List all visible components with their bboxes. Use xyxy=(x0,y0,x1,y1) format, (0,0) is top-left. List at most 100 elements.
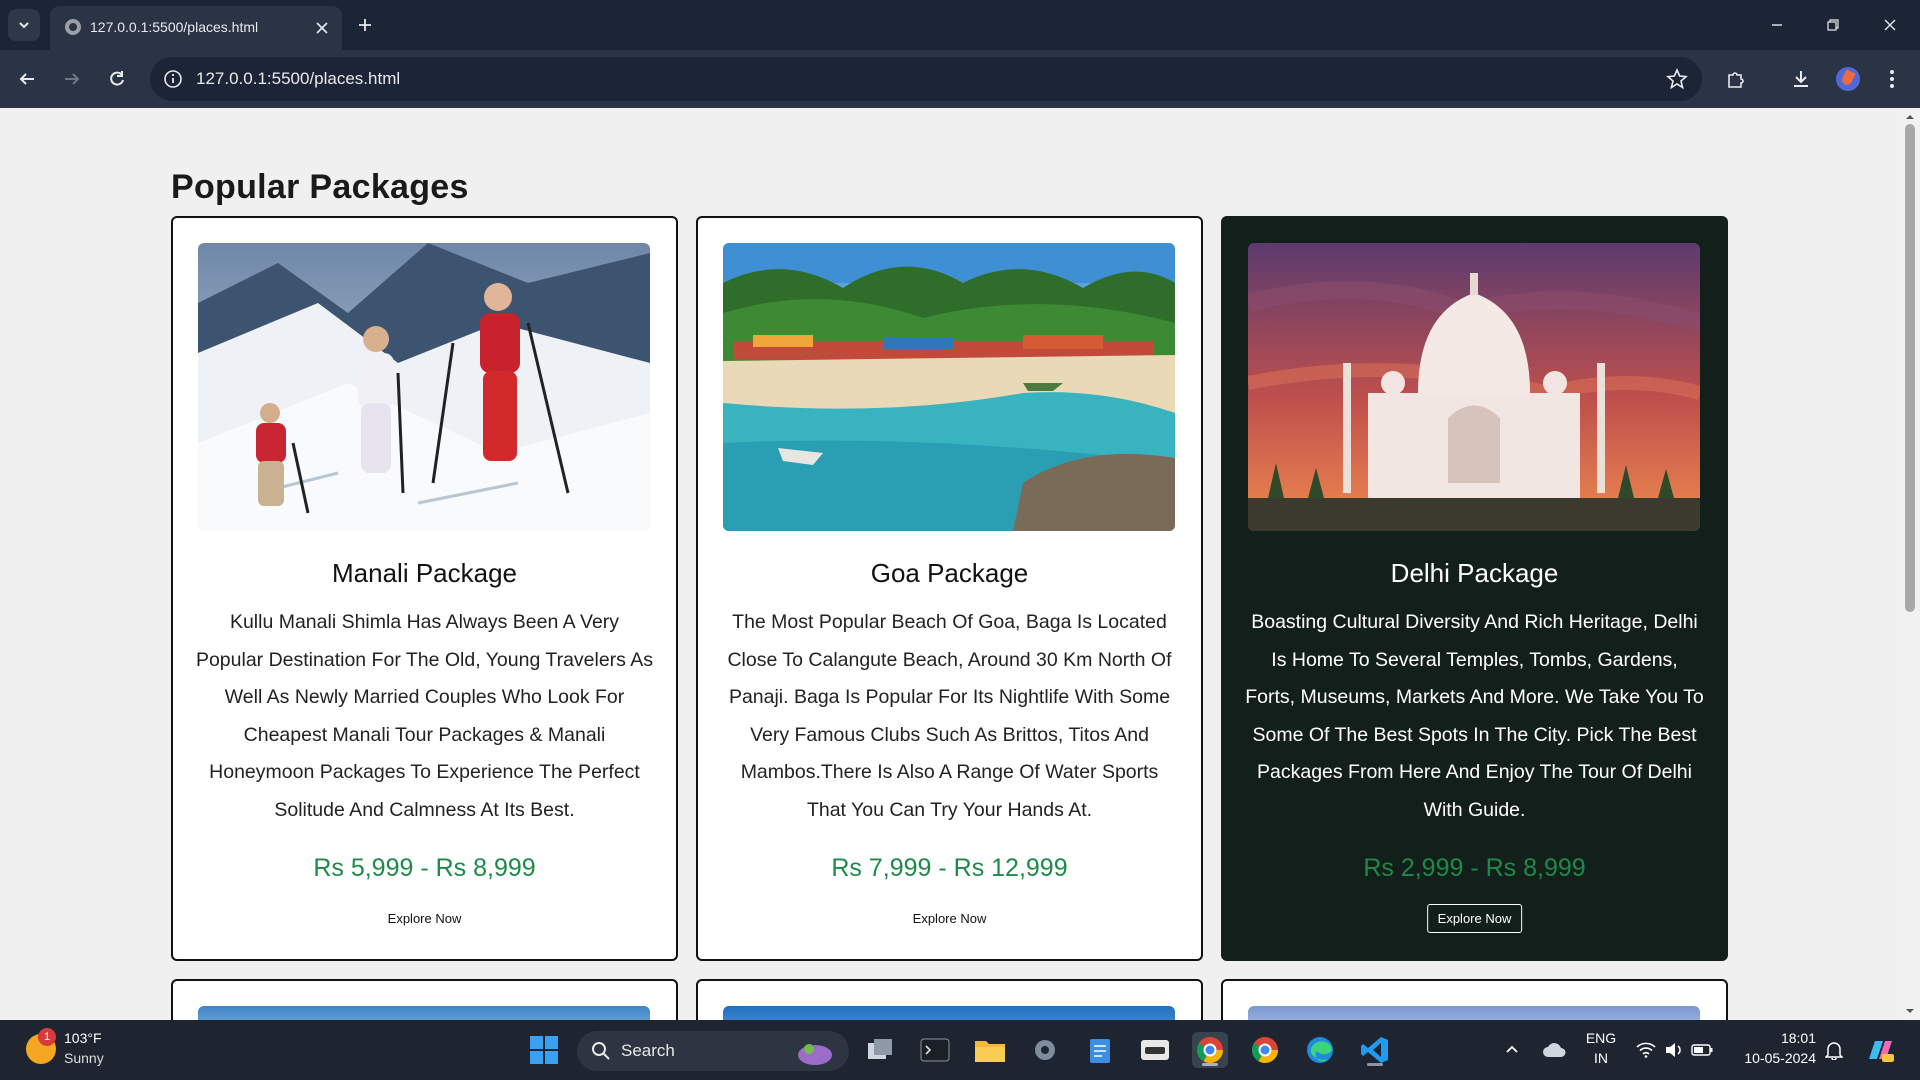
extensions-button[interactable] xyxy=(1722,65,1750,93)
package-description: Kullu Manali Shimla Has Always Been A Ve… xyxy=(195,611,654,821)
package-price: Rs 2,999 - Rs 8,999 xyxy=(1363,854,1586,882)
package-photo xyxy=(1248,1006,1700,1020)
browser-tabbar: 127.0.0.1:5500/places.html xyxy=(0,0,1920,50)
task-view-icon xyxy=(868,1039,892,1059)
weather-badge: 1 xyxy=(38,1028,56,1046)
scroll-down-icon[interactable] xyxy=(1905,1006,1915,1016)
page-scrollbar[interactable] xyxy=(1900,108,1920,1020)
package-description: The Most Popular Beach Of Goa, Baga Is L… xyxy=(727,611,1172,821)
edge-icon xyxy=(1307,1037,1333,1063)
clock-date[interactable]: 10-05-2024 xyxy=(1732,1050,1816,1066)
terminal-app[interactable] xyxy=(917,1032,953,1068)
language-indicator-bottom[interactable]: IN xyxy=(1584,1050,1618,1066)
avatar xyxy=(1836,67,1860,91)
show-hidden-icons-button[interactable] xyxy=(1494,1032,1530,1068)
restore-button[interactable] xyxy=(1820,12,1846,38)
language-indicator-top[interactable]: ENG xyxy=(1584,1030,1618,1046)
windows-logo-icon xyxy=(530,1036,558,1064)
active-indicator xyxy=(1202,1063,1218,1066)
info-icon[interactable] xyxy=(162,68,184,90)
close-tab-icon[interactable] xyxy=(312,18,332,38)
package-card-manali: Manali Package Kullu Manali Shimla Has A… xyxy=(171,216,678,961)
battery-icon xyxy=(1691,1044,1713,1056)
package-card-row2-2 xyxy=(696,979,1203,1020)
onedrive-tray[interactable] xyxy=(1536,1032,1572,1068)
back-button[interactable] xyxy=(13,65,41,93)
explore-now-button[interactable]: Explore Now xyxy=(1426,904,1523,933)
snow-mountain-hikers-photo xyxy=(198,243,650,531)
terminal-icon xyxy=(920,1038,950,1062)
photo-app[interactable] xyxy=(1137,1032,1173,1068)
copilot-icon xyxy=(1869,1041,1894,1062)
taj-mahal-photo xyxy=(1248,243,1700,531)
chrome-app[interactable] xyxy=(1247,1032,1283,1068)
address-bar[interactable]: 127.0.0.1:5500/places.html xyxy=(150,57,1702,101)
plus-icon xyxy=(359,19,371,31)
reload-icon xyxy=(110,71,124,86)
package-photo xyxy=(723,1006,1175,1020)
chevron-down-icon xyxy=(19,22,29,29)
arrow-left-icon xyxy=(19,73,34,85)
package-title: Manali Package xyxy=(332,558,517,588)
browser-menu-button[interactable] xyxy=(1878,65,1906,93)
notifications-button[interactable] xyxy=(1816,1032,1852,1068)
notepad-app[interactable] xyxy=(1082,1032,1118,1068)
folder-icon xyxy=(975,1041,1005,1062)
start-button[interactable] xyxy=(526,1032,562,1068)
package-price: Rs 7,999 - Rs 12,999 xyxy=(831,854,1068,882)
wifi-icon xyxy=(1636,1042,1656,1058)
package-description: Boasting Cultural Diversity And Rich Her… xyxy=(1245,611,1704,821)
package-title: Goa Package xyxy=(870,558,1029,588)
restore-icon xyxy=(1827,19,1839,31)
url-text[interactable]: 127.0.0.1:5500/places.html xyxy=(196,69,400,89)
page-title: Popular Packages xyxy=(171,168,469,206)
reload-button[interactable] xyxy=(103,65,131,93)
weather-condition[interactable]: Sunny xyxy=(64,1050,104,1066)
explore-now-button[interactable]: Explore Now xyxy=(902,904,998,933)
close-icon xyxy=(1884,19,1896,31)
taskbar-search[interactable]: Search xyxy=(577,1031,849,1071)
package-photo xyxy=(198,1006,650,1020)
scroll-up-icon[interactable] xyxy=(1905,112,1915,122)
weather-temperature[interactable]: 103°F xyxy=(64,1030,102,1046)
settings-app[interactable] xyxy=(1027,1032,1063,1068)
minimize-button[interactable] xyxy=(1764,12,1790,38)
profile-button[interactable] xyxy=(1834,65,1862,93)
copilot-button[interactable] xyxy=(1862,1032,1898,1068)
vscode-icon xyxy=(1361,1037,1388,1063)
vscode-app[interactable] xyxy=(1357,1032,1393,1068)
new-tab-button[interactable] xyxy=(352,12,378,38)
battery-tray[interactable] xyxy=(1684,1032,1720,1068)
forward-button[interactable] xyxy=(58,65,86,93)
gear-icon xyxy=(1035,1040,1055,1060)
minimize-icon xyxy=(1772,24,1782,26)
goa-beach-photo xyxy=(723,243,1175,531)
edge-app[interactable] xyxy=(1302,1032,1338,1068)
file-explorer-app[interactable] xyxy=(972,1032,1008,1068)
cloud-icon xyxy=(1543,1043,1566,1057)
close-window-button[interactable] xyxy=(1877,12,1903,38)
notepad-icon xyxy=(1090,1039,1110,1063)
task-view-button[interactable] xyxy=(862,1032,898,1068)
browser-tab[interactable]: 127.0.0.1:5500/places.html xyxy=(50,6,342,50)
package-card-row2-3 xyxy=(1221,979,1728,1020)
bell-icon xyxy=(1825,1042,1843,1060)
browser-toolbar: 127.0.0.1:5500/places.html xyxy=(0,50,1920,108)
tab-search-button[interactable] xyxy=(8,9,40,41)
scroll-thumb[interactable] xyxy=(1905,124,1915,612)
package-card-delhi: Delhi Package Boasting Cultural Diversit… xyxy=(1221,216,1728,961)
download-icon xyxy=(1794,71,1808,87)
chrome-icon xyxy=(1251,1037,1279,1064)
package-price: Rs 5,999 - Rs 8,999 xyxy=(313,854,536,882)
search-label: Search xyxy=(621,1041,675,1060)
package-card-row2-1 xyxy=(171,979,678,1020)
downloads-button[interactable] xyxy=(1787,65,1815,93)
tab-title: 127.0.0.1:5500/places.html xyxy=(90,19,259,35)
clock-time[interactable]: 18:01 xyxy=(1732,1030,1816,1046)
explore-now-button[interactable]: Explore Now xyxy=(377,904,473,933)
bookmark-star-icon[interactable] xyxy=(1666,68,1688,90)
more-vertical-icon xyxy=(1890,70,1894,88)
car-photo-icon xyxy=(1141,1040,1169,1060)
chrome-app-active[interactable] xyxy=(1192,1032,1228,1068)
puzzle-icon xyxy=(1728,72,1744,88)
